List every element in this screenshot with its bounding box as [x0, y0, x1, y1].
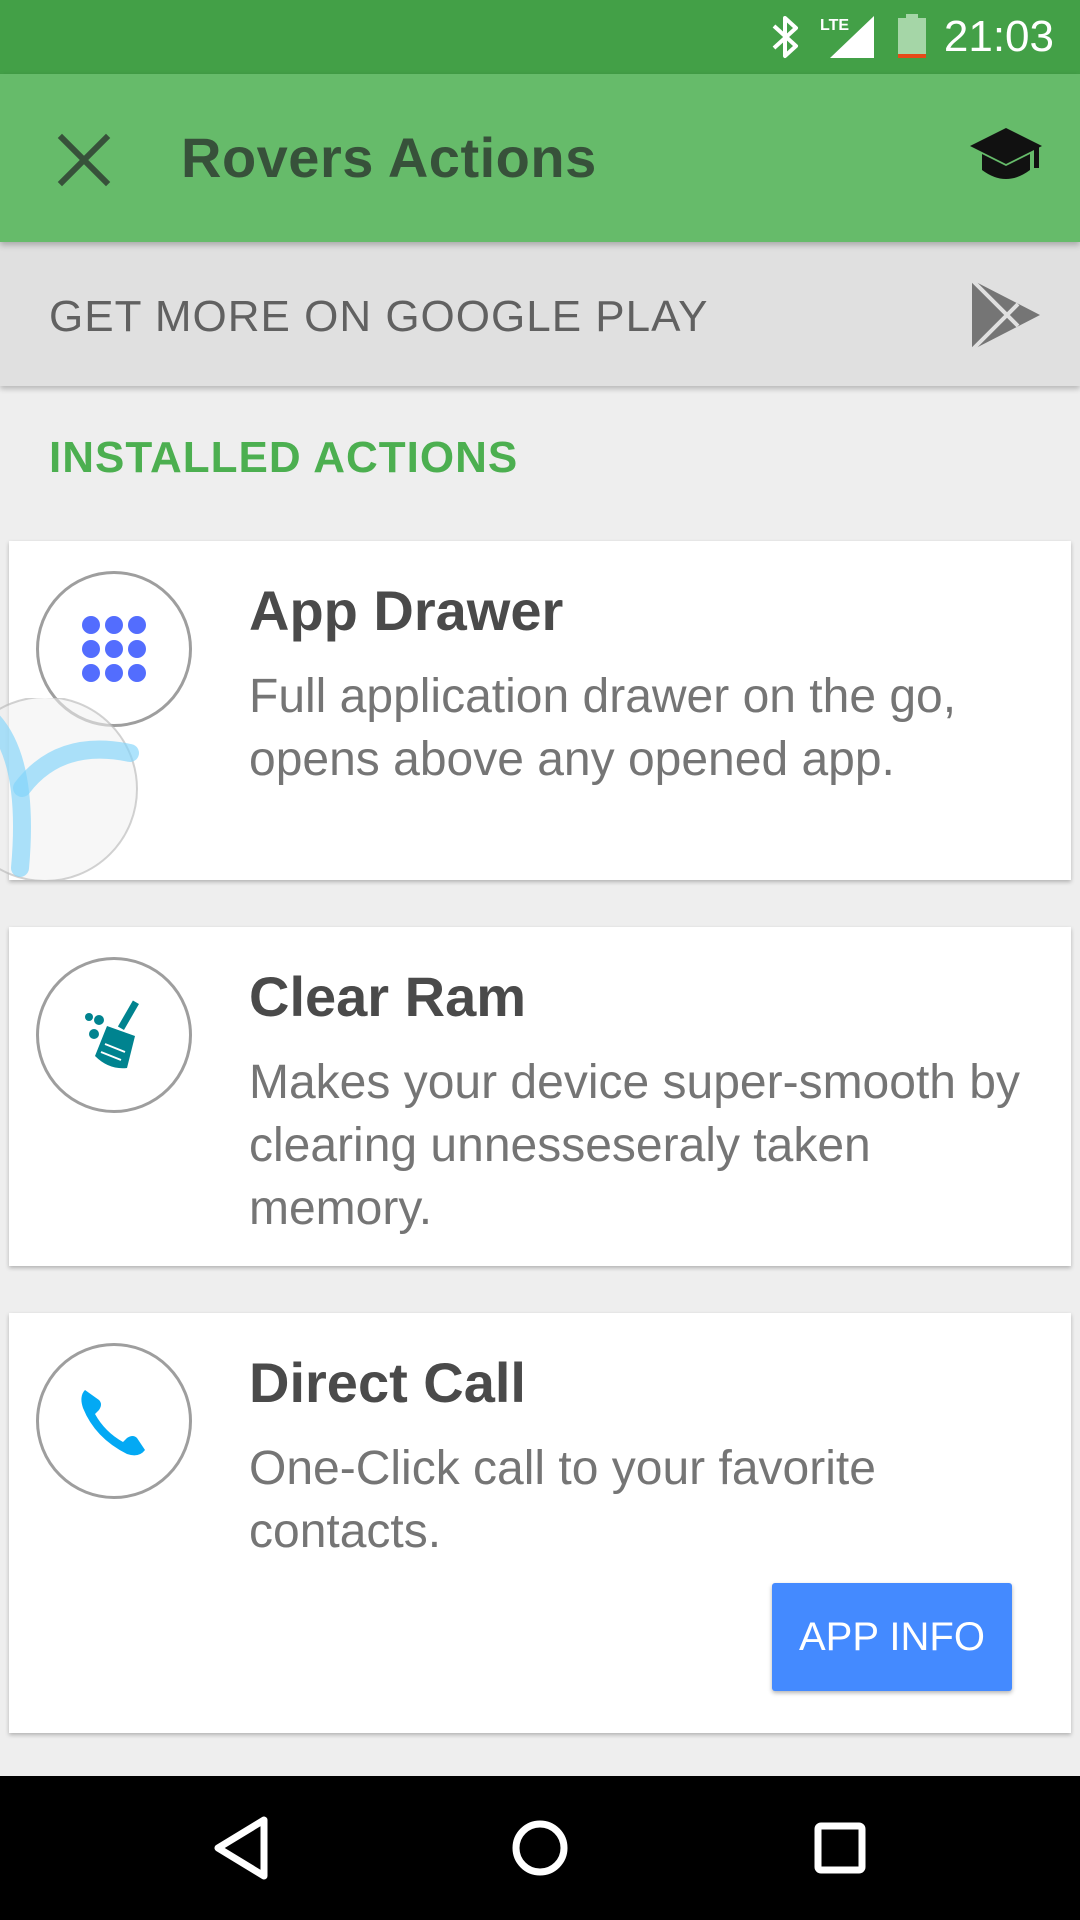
bluetooth-icon	[772, 16, 798, 58]
action-description: One-Click call to your favorite contacts…	[249, 1442, 876, 1558]
google-play-label: GET MORE ON GOOGLE PLAY	[49, 292, 709, 341]
section-title: INSTALLED ACTIONS	[49, 433, 519, 482]
action-name: Clear Ram	[249, 965, 527, 1028]
recents-icon[interactable]	[768, 1776, 912, 1920]
broom-icon	[85, 1000, 139, 1069]
lte-signal-icon: LTE	[820, 16, 874, 58]
school-icon[interactable]	[968, 124, 1044, 192]
status-bar: LTE 21:03	[0, 0, 1080, 74]
action-description: Full application drawer on the go, opens…	[249, 670, 957, 786]
page-title: Rovers Actions	[181, 126, 597, 189]
navigation-bar	[0, 1776, 1080, 1920]
action-card-direct-call[interactable]: Direct Call One-Click call to your favor…	[9, 1313, 1071, 1733]
close-icon[interactable]	[54, 130, 114, 190]
action-description: Makes your device super-smooth by cleari…	[249, 1056, 1020, 1235]
play-store-icon	[970, 278, 1040, 352]
svg-text:LTE: LTE	[820, 17, 849, 34]
battery-icon	[898, 14, 926, 58]
phone-icon-circle	[36, 1343, 192, 1499]
app-info-button[interactable]: APP INFO	[772, 1583, 1012, 1691]
action-name: App Drawer	[249, 579, 564, 642]
action-name: Direct Call	[249, 1351, 526, 1414]
status-time: 21:03	[943, 12, 1054, 61]
action-card-clear-ram[interactable]: Clear Ram Makes your device super-smooth…	[9, 927, 1071, 1266]
back-icon[interactable]	[168, 1776, 312, 1920]
floating-bubble-icon[interactable]	[0, 698, 140, 880]
action-card-app-drawer[interactable]: App Drawer Full application drawer on th…	[9, 541, 1071, 880]
google-play-banner[interactable]: GET MORE ON GOOGLE PLAY	[0, 242, 1080, 386]
broom-icon-circle	[36, 957, 192, 1113]
app-bar: Rovers Actions	[0, 74, 1080, 242]
phone-icon	[81, 1390, 145, 1456]
home-icon[interactable]	[468, 1776, 612, 1920]
